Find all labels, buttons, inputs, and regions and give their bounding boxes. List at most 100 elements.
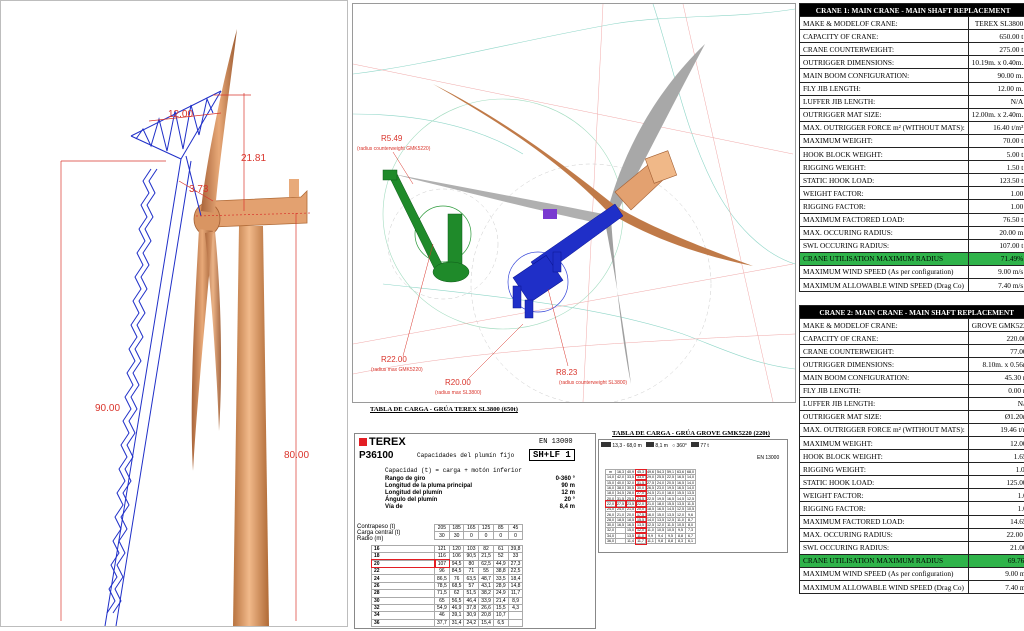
- table-row: 16121120103826139,8: [372, 545, 523, 552]
- crane2-row: CAPACITY OF CRANE:220.00 t: [800, 332, 1024, 345]
- load-chart-1: TEREX EN 13000 P36100 Capacidades del pl…: [354, 433, 596, 629]
- table-cell: 15,4: [479, 619, 494, 626]
- table-cell: 46,4: [464, 597, 479, 604]
- spec-label: MAXIMUM WEIGHT:: [800, 134, 969, 147]
- table-row: 16,038,030,530,026,523,019,516,514,0: [606, 485, 696, 490]
- spec-value: 12.00m. x 2.40m.: [968, 108, 1024, 121]
- crane2-row: MAXIMUM WEIGHT:12.00 t: [800, 437, 1024, 450]
- crane1-row: MAKE & MODELOF CRANE:TEREX SL3800: [800, 17, 1024, 30]
- table-row: 14,042,033,533,029,025,522,516,514,0: [606, 475, 696, 480]
- crane2-row: MAXIMUM ALLOWABLE WIND SPEED (Drag Co)7.…: [800, 581, 1024, 594]
- table-cell: 33,5: [493, 575, 508, 582]
- radius-r22-sub: (radius max GMK5220): [371, 367, 423, 373]
- spec-value: N/A: [968, 95, 1024, 108]
- spec-label: OUTRIGGER MAT SIZE:: [800, 410, 969, 423]
- table-cell: 37,8: [464, 604, 479, 611]
- crane1-row: CRANE COUNTERWEIGHT:275.00 t: [800, 43, 1024, 56]
- spec-value: 123.50 t: [968, 174, 1024, 187]
- spec-label: MAXIMUM FACTORED LOAD:: [800, 213, 969, 226]
- table-cell: 11,7: [636, 538, 646, 543]
- outrigger-span: 8,1 m: [655, 443, 668, 449]
- counterweight-cell: 125: [479, 525, 494, 532]
- model-code: P36100: [359, 450, 393, 461]
- table-row: 30300000: [372, 532, 523, 539]
- crane1-row: SWL OCCURING RADIUS:107.00 t: [800, 239, 1024, 252]
- radius-r20-sub: (radius max SL3800): [435, 390, 482, 396]
- crane1-spec-table: CRANE 1: MAIN CRANE - MAIN SHAFT REPLACE…: [799, 3, 1024, 292]
- crane2-row: MAXIMUM FACTORED LOAD:14.65 t: [800, 515, 1024, 528]
- table-cell: 44,9: [493, 560, 508, 567]
- spec-label: HOOK BLOCK WEIGHT:: [800, 148, 969, 161]
- slew-range: 360°: [677, 443, 687, 449]
- crane1-title: CRANE 1: MAIN CRANE - MAIN SHAFT REPLACE…: [800, 4, 1024, 17]
- spec-label: LUFFER JIB LENGTH:: [800, 397, 969, 410]
- site-contours: [353, 4, 795, 369]
- table-cell: 107: [435, 560, 450, 567]
- spec-value: 1.00t: [968, 463, 1024, 476]
- counterweight-cell: 45: [508, 525, 523, 532]
- table-cell: 22,5: [508, 567, 523, 574]
- spec-value: 19.46 t/m²: [968, 423, 1024, 436]
- crane2-row: SWL OCCURING RADIUS:21.00 t: [800, 541, 1024, 554]
- table-cell: 20: [372, 560, 435, 567]
- crane1-row: LUFFER JIB LENGTH:N/A: [800, 95, 1024, 108]
- central-load-cell: 0: [464, 532, 479, 539]
- table-cell: 32: [372, 604, 435, 611]
- spec-value: 1.00: [968, 187, 1024, 200]
- table-cell: 80: [464, 560, 479, 567]
- spec-value: 77.00 t: [968, 345, 1024, 358]
- radius-r549: R5.49: [381, 134, 403, 143]
- table-cell: 14,8: [508, 582, 523, 589]
- load-charts: TABLA DE CARGA - GRÚA TEREX SL3800 (650t…: [352, 405, 796, 627]
- spec-label: MAXIMUM WIND SPEED (As per configuration…: [800, 567, 969, 580]
- table-cell: 28: [372, 590, 435, 597]
- table-cell: 38,2: [479, 590, 494, 597]
- table-row: 2871,56251,538,224,911,7: [372, 590, 523, 597]
- spec-label: MAXIMUM WEIGHT:: [800, 437, 969, 450]
- table-row: 18,034,528,027,024,521,018,015,513,5: [606, 491, 696, 496]
- spacer-cell: [372, 525, 435, 532]
- table-cell: 21,5: [479, 553, 494, 560]
- table-cell: 78,5: [435, 582, 450, 589]
- chart2-table: m16,340,945,349,654,359,163,668,014,042,…: [605, 469, 696, 544]
- spec-value: 1.00: [968, 489, 1024, 502]
- crane2-row: MAXIMUM WIND SPEED (As per configuration…: [800, 567, 1024, 580]
- central-load-cell: 30: [449, 532, 464, 539]
- crane2-row: WEIGHT FACTOR:1.00: [800, 489, 1024, 502]
- table-cell: [508, 619, 523, 626]
- spec-label: SWL OCCURING RADIUS:: [800, 239, 969, 252]
- table-cell: 96: [435, 567, 450, 574]
- table-row: 2678,568,55743,128,914,8: [372, 582, 523, 589]
- spec-value: 45.30 m.: [968, 371, 1024, 384]
- table-cell: 46,9: [449, 604, 464, 611]
- crane1-row: OUTRIGGER DIMENSIONS:10.19m. x 0.40m.: [800, 56, 1024, 69]
- table-cell: 36: [372, 619, 435, 626]
- spec-label: OUTRIGGER MAT SIZE:: [800, 108, 969, 121]
- dim-offset: 3.73: [189, 184, 209, 195]
- crane2-row: MAX. OCCURING RADIUS:22.00 m: [800, 528, 1024, 541]
- table-row: 30,016,516,513,512,512,011,510,58,0: [606, 522, 696, 527]
- plan-drawing: R5.49 (radius counterweight GMK5220) R22…: [353, 4, 795, 402]
- table-cell: 65: [435, 597, 450, 604]
- spec-label: MAX. OCCURING RADIUS:: [800, 528, 969, 541]
- spec-value: Ø1.20m.: [968, 410, 1024, 423]
- table-cell: 36,0: [606, 538, 616, 543]
- table-cell: 94,5: [449, 560, 464, 567]
- spec-value: 275.00 t: [968, 43, 1024, 56]
- spec-value: 220.00 t: [968, 332, 1024, 345]
- chart1-formula: Capacidad (t) = carga + motón inferior: [385, 467, 522, 474]
- crane1-row: MAXIMUM WEIGHT:70.00 t: [800, 134, 1024, 147]
- spec-value: 16.40 t/m²: [968, 121, 1024, 134]
- table-cell: 121: [435, 545, 450, 552]
- spec-label: STATIC HOOK LOAD:: [800, 476, 969, 489]
- table-cell: 4,3: [508, 604, 523, 611]
- central-load-cell: 0: [508, 532, 523, 539]
- radius-r823-sub: (radius counterweight SL3800): [559, 380, 627, 386]
- spec-value: 1.00: [968, 200, 1024, 213]
- spec-label: MAXIMUM FACTORED LOAD:: [800, 515, 969, 528]
- spec-label: CRANE UTILISATION MAXIMUM RADIUS: [800, 554, 969, 567]
- crane1-row: FLY JIB LENGTH:12.00 m.: [800, 82, 1024, 95]
- param-value: 12 m: [561, 490, 575, 497]
- table-cell: 27,3: [508, 560, 523, 567]
- counterweight-cell: 165: [464, 525, 479, 532]
